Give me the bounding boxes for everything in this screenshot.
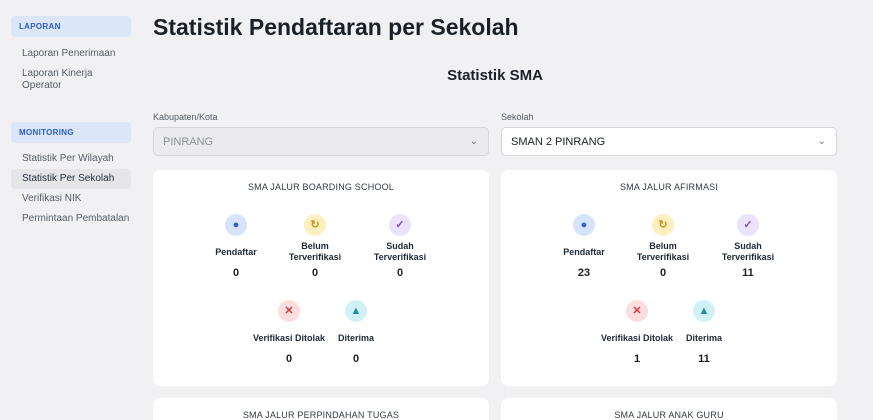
sidebar-item-statistik-per-wilayah[interactable]: Statistik Per Wilayah: [11, 149, 131, 169]
graduation-cap-icon: ▲: [345, 300, 367, 322]
sidebar: LAPORAN Laporan Penerimaan Laporan Kiner…: [0, 0, 142, 420]
kabupaten-label: Kabupaten/Kota: [153, 112, 218, 122]
stat-value: 0: [352, 353, 360, 365]
card-anak-guru: SMA JALUR ANAK GURU: [501, 398, 837, 420]
stat-pendaftar: ● Pendaftar 23: [544, 214, 624, 279]
chevron-down-icon: ⌄: [469, 136, 478, 147]
card-title: SMA JALUR AFIRMASI: [619, 182, 719, 192]
card-afirmasi: SMA JALUR AFIRMASI ● Pendaftar 23 ↻ Belu…: [501, 170, 837, 386]
chevron-down-icon: ⌄: [817, 136, 826, 147]
refresh-icon: ↻: [304, 214, 326, 236]
stat-value: 11: [698, 353, 710, 365]
sidebar-section-laporan: LAPORAN: [11, 16, 131, 37]
page-title: Statistik Pendaftaran per Sekolah: [153, 14, 519, 40]
stat-belum-terverifikasi: ↻ Belum Terverifikasi 0: [275, 214, 355, 279]
stat-value: 11: [742, 267, 754, 279]
x-icon: ✕: [278, 300, 300, 322]
sidebar-item-laporan-kinerja-operator[interactable]: Laporan Kinerja Operator: [11, 64, 131, 96]
stat-value: 0: [396, 267, 404, 279]
refresh-icon: ↻: [652, 214, 674, 236]
stat-label: Diterima: [337, 332, 374, 343]
stat-sudah-terverifikasi: ✓ Sudah Terverifikasi 11: [708, 214, 788, 279]
stat-label: Belum Terverifikasi: [636, 241, 690, 262]
stat-label: Sudah Terverifikasi: [721, 241, 775, 262]
stat-sudah-terverifikasi: ✓ Sudah Terverifikasi 0: [360, 214, 440, 279]
kabupaten-value: PINRANG: [163, 136, 214, 148]
person-icon: ●: [573, 214, 595, 236]
stat-label: Diterima: [685, 332, 722, 343]
stat-label: Belum Terverifikasi: [288, 241, 342, 262]
check-icon: ✓: [389, 214, 411, 236]
stat-label: Pendaftar: [215, 246, 257, 257]
person-icon: ●: [225, 214, 247, 236]
stat-label: Pendaftar: [563, 246, 605, 257]
stat-label: Sudah Terverifikasi: [373, 241, 427, 262]
sekolah-label: Sekolah: [501, 112, 534, 122]
graduation-cap-icon: ▲: [693, 300, 715, 322]
check-icon: ✓: [737, 214, 759, 236]
card-title: SMA JALUR PERPINDAHAN TUGAS: [242, 410, 400, 420]
stat-diterima: ▲ Diterima 0: [316, 300, 396, 365]
sidebar-item-laporan-penerimaan[interactable]: Laporan Penerimaan: [11, 44, 131, 64]
stat-value: 0: [311, 267, 319, 279]
stat-diterima: ▲ Diterima 11: [664, 300, 744, 365]
sidebar-item-statistik-per-sekolah[interactable]: Statistik Per Sekolah: [11, 169, 131, 189]
card-title: SMA JALUR BOARDING SCHOOL: [247, 182, 395, 192]
sidebar-section-monitoring: MONITORING: [11, 122, 131, 143]
card-title: SMA JALUR ANAK GURU: [614, 410, 724, 420]
sekolah-select[interactable]: SMAN 2 PINRANG ⌄: [501, 127, 837, 156]
card-boarding-school: SMA JALUR BOARDING SCHOOL ● Pendaftar 0 …: [153, 170, 489, 386]
stat-value: 0: [232, 267, 240, 279]
sidebar-item-verifikasi-nik[interactable]: Verifikasi NIK: [11, 189, 131, 209]
sidebar-item-permintaan-pembatalan[interactable]: Permintaan Pembatalan: [11, 209, 131, 229]
kabupaten-select[interactable]: PINRANG ⌄: [153, 127, 489, 156]
stat-value: 23: [577, 267, 591, 279]
stat-belum-terverifikasi: ↻ Belum Terverifikasi 0: [623, 214, 703, 279]
stat-value: 0: [659, 267, 667, 279]
section-title: Statistik SMA: [447, 67, 543, 84]
x-icon: ✕: [626, 300, 648, 322]
stat-pendaftar: ● Pendaftar 0: [196, 214, 276, 279]
card-perpindahan-tugas: SMA JALUR PERPINDAHAN TUGAS: [153, 398, 489, 420]
sekolah-value: SMAN 2 PINRANG: [511, 136, 606, 148]
